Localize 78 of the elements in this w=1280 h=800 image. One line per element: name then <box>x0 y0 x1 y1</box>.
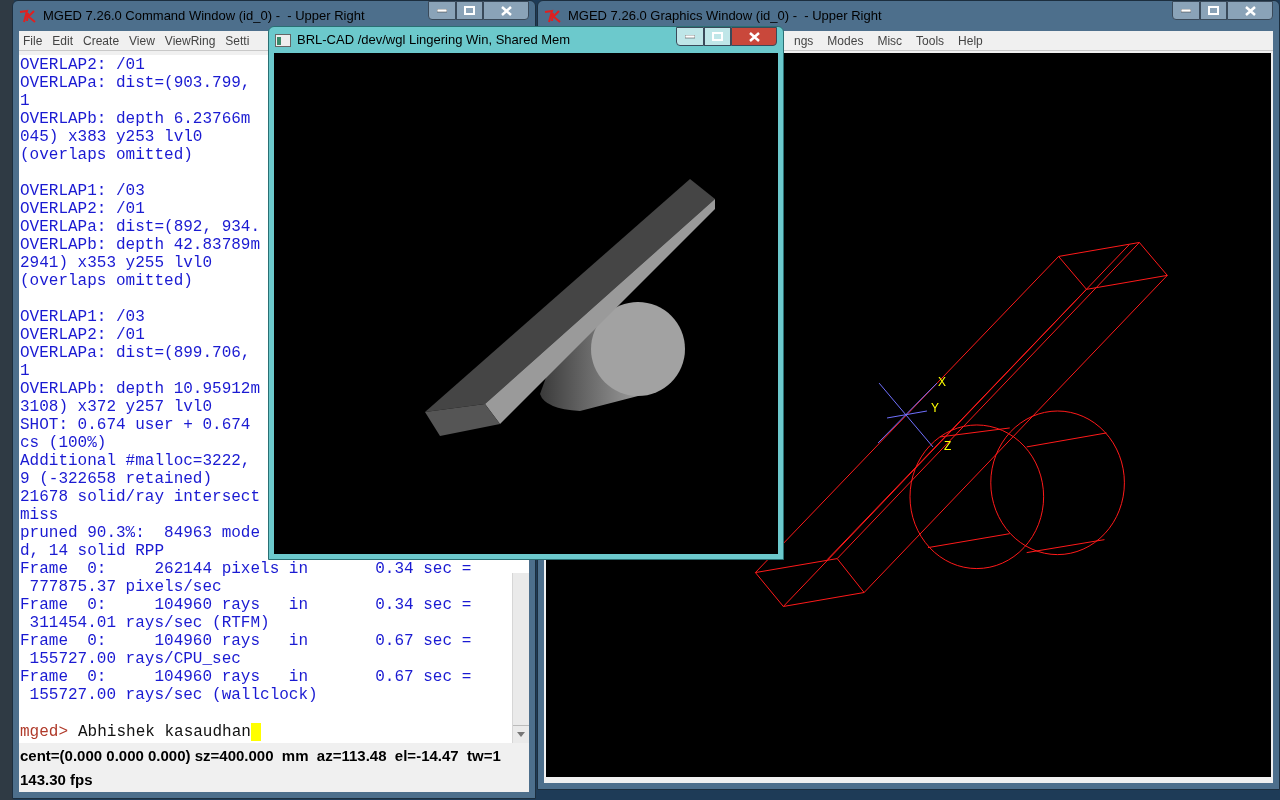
console-line: (overlaps omitted) <box>20 272 193 290</box>
console-line: Frame 0: 104960 rays in 0.67 sec = <box>20 668 472 686</box>
console-line: OVERLAP2: /01 <box>20 326 145 344</box>
command-input[interactable]: Abhishek kasaudhan <box>78 723 251 741</box>
console-line: Frame 0: 262144 pixels in 0.34 sec = <box>20 560 472 578</box>
window-title: MGED 7.26.0 Command Window (id_0) - - Upper Right <box>43 7 365 26</box>
maximize-icon <box>712 32 723 41</box>
console-line: 045) x383 y253 lvl0 <box>20 128 203 146</box>
console-line: OVERLAP2: /01 <box>20 200 145 218</box>
menu-item[interactable]: Create <box>83 31 120 50</box>
menu-item[interactable]: Setti <box>225 31 250 50</box>
axes-gizmo-icon <box>877 382 938 448</box>
menu-item[interactable]: Modes <box>827 31 864 50</box>
maximize-button[interactable] <box>704 27 731 46</box>
console-line: (overlaps omitted) <box>20 146 193 164</box>
minimize-button[interactable] <box>676 27 704 46</box>
close-button[interactable] <box>731 27 777 46</box>
console-line: 1 <box>20 92 30 110</box>
text-cursor <box>250 723 261 741</box>
prompt: mged> <box>20 723 68 741</box>
console-line: Frame 0: 104960 rays in 0.67 sec = <box>20 632 472 650</box>
console-line: SHOT: 0.674 user + 0.674 <box>20 416 251 434</box>
console-line: 9 (-322658 retained) <box>20 470 213 488</box>
window-title: MGED 7.26.0 Graphics Window (id_0) - - Upper Right <box>568 7 882 26</box>
console-line: miss <box>20 506 59 524</box>
menu-item[interactable]: View <box>129 31 155 50</box>
console-line: 21678 solid/ray intersect <box>20 488 261 506</box>
console-line: 311454.01 rays/sec (RTFM) <box>28 614 270 632</box>
console-line: OVERLAP1: /03 <box>20 308 145 326</box>
console-line: 3108) x372 y257 lvl0 <box>20 398 213 416</box>
console-line: 777875.37 pixels/sec <box>28 578 222 596</box>
console-line: pruned 90.3%: 84963 mode <box>20 524 261 542</box>
window-icon <box>275 33 291 47</box>
close-icon <box>500 5 512 16</box>
console-line: 1 <box>20 362 30 380</box>
close-button[interactable] <box>1227 1 1273 20</box>
down-arrow-icon <box>517 732 525 737</box>
console-line: 2941) x353 y255 lvl0 <box>20 254 213 272</box>
minimize-icon <box>685 34 695 39</box>
close-icon <box>748 31 760 42</box>
menu-item[interactable]: ngs <box>794 31 814 50</box>
close-button[interactable] <box>483 1 529 20</box>
minimize-icon <box>437 8 447 13</box>
minimize-button[interactable] <box>1172 1 1200 20</box>
minimize-icon <box>1181 8 1191 13</box>
axis-label: Y <box>930 401 939 415</box>
menu-item[interactable]: File <box>23 31 43 50</box>
console-line: OVERLAPa: dist=(899.706, <box>20 344 251 362</box>
maximize-icon <box>464 6 475 15</box>
status-text: cent=(0.000 0.000 0.000) sz=400.000 mm az=113.48 el=-14.47 tw=1 <box>20 747 502 765</box>
console-line: 155727.00 rays/CPU_sec <box>28 650 241 668</box>
console-line: OVERLAPb: depth 6.23766m <box>20 110 251 128</box>
menu-item[interactable]: Edit <box>52 31 74 50</box>
axis-label: Z <box>943 438 952 453</box>
window-title: BRL-CAD /dev/wgl Lingering Win, Shared Mem <box>297 31 571 50</box>
console-line: OVERLAPb: depth 10.95912m <box>20 380 261 398</box>
minimize-button[interactable] <box>428 1 456 20</box>
maximize-button[interactable] <box>1200 1 1227 20</box>
status-text: 143.30 fps <box>20 771 94 789</box>
axis-label: X <box>937 375 946 390</box>
console-line: OVERLAPb: depth 42.83789m <box>20 236 261 254</box>
menu-item[interactable]: Tools <box>916 31 945 50</box>
scrollbar[interactable] <box>512 573 529 743</box>
console-line: OVERLAPa: dist=(903.799, <box>20 74 251 92</box>
console-line: d, 14 solid RPP <box>20 542 165 560</box>
console-line: Frame 0: 104960 rays in 0.34 sec = <box>20 596 472 614</box>
console-line: OVERLAP2: /01 <box>20 56 145 74</box>
maximize-button[interactable] <box>456 1 483 20</box>
console-line: 155727.00 rays/sec (wallclock) <box>28 686 318 704</box>
menu-item[interactable]: Help <box>958 31 983 50</box>
console-line: OVERLAPa: dist=(892, 934. <box>20 218 261 236</box>
console-line: Additional #malloc=3222, <box>20 452 251 470</box>
maximize-icon <box>1208 6 1219 15</box>
menu-item[interactable]: Misc <box>877 31 903 50</box>
close-icon <box>1244 5 1256 16</box>
menu-item[interactable]: ViewRing <box>164 31 216 50</box>
console-line: OVERLAP1: /03 <box>20 182 145 200</box>
console-line: cs (100%) <box>20 434 107 452</box>
